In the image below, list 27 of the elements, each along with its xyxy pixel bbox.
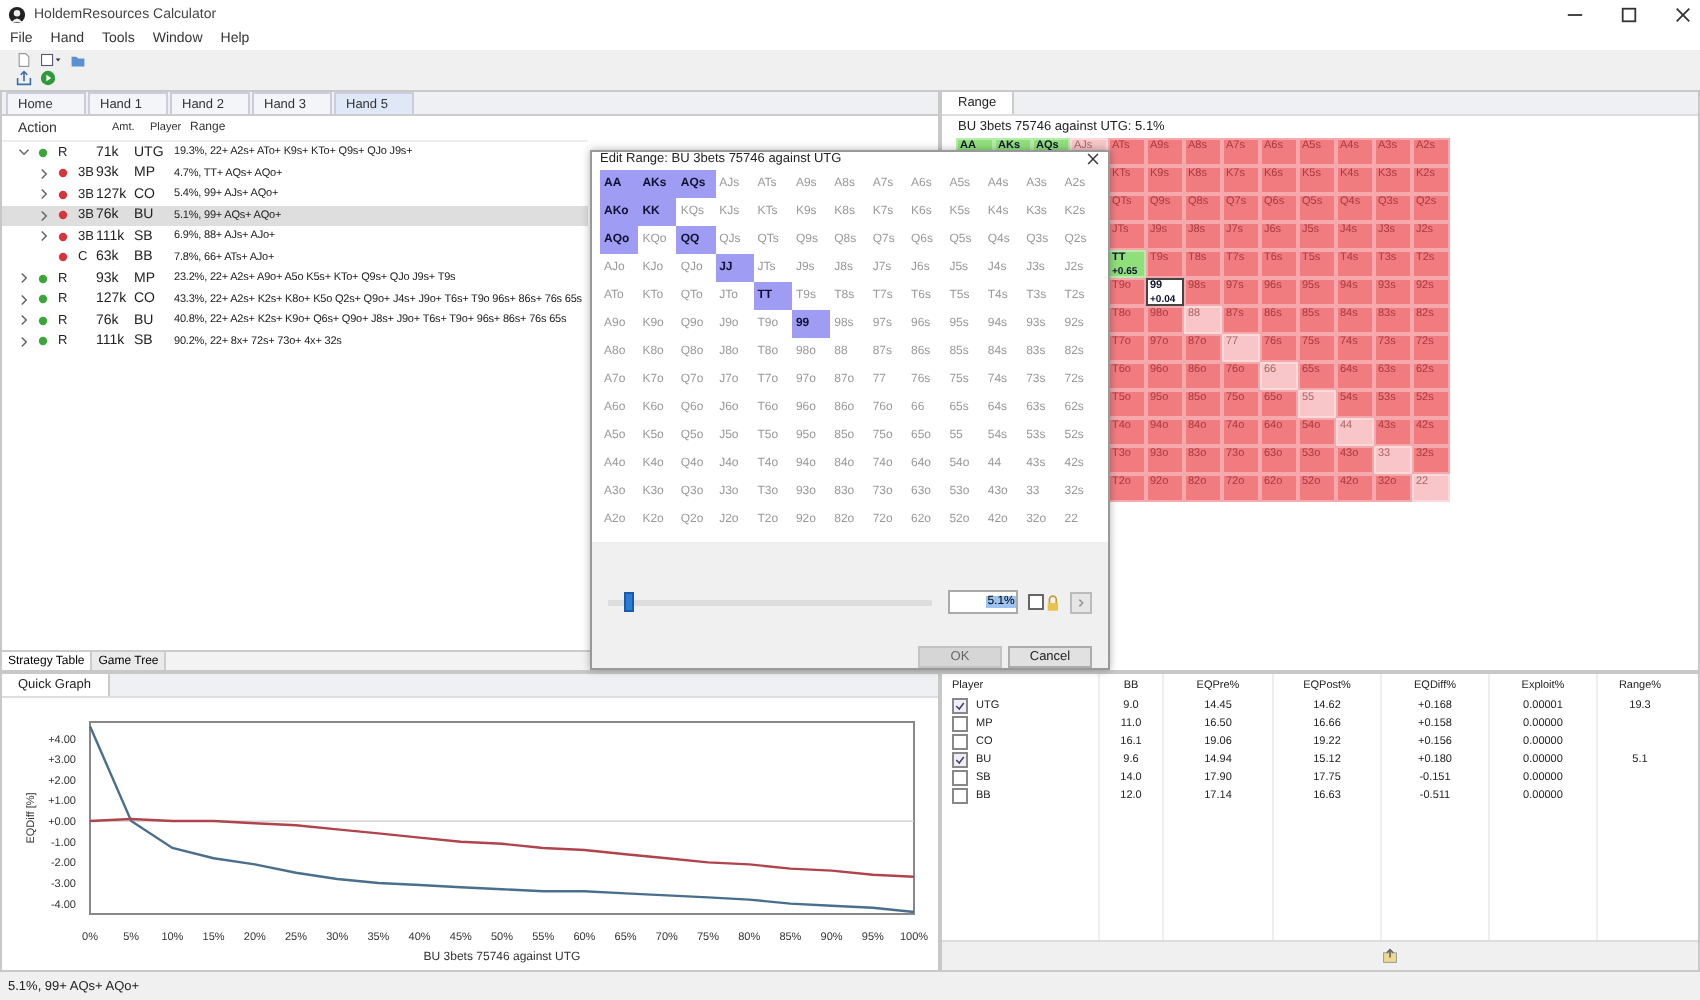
expander-icon[interactable] <box>18 146 30 159</box>
player-checkbox[interactable] <box>952 751 968 767</box>
chevron-icon <box>1076 597 1087 607</box>
close-icon[interactable] <box>1086 152 1100 166</box>
expander-icon[interactable] <box>38 188 50 201</box>
expander-icon[interactable] <box>38 230 50 243</box>
player-checkbox[interactable] <box>952 733 968 749</box>
expander-icon[interactable] <box>18 335 30 348</box>
lock-icon <box>1046 593 1061 611</box>
maximize-icon[interactable] <box>1620 5 1638 23</box>
expander-icon[interactable] <box>18 272 30 285</box>
export-icon[interactable] <box>1382 948 1398 964</box>
slider-thumb[interactable] <box>624 591 635 611</box>
player-checkbox[interactable] <box>952 715 968 731</box>
player-checkbox[interactable] <box>952 697 968 713</box>
expander-icon[interactable] <box>38 209 50 222</box>
window-dropdown-icon[interactable] <box>40 52 62 68</box>
player-checkbox[interactable] <box>952 787 968 803</box>
expander-icon[interactable] <box>38 167 50 180</box>
expander-icon[interactable] <box>18 314 30 327</box>
lock-checkbox[interactable] <box>1028 594 1045 610</box>
play-icon[interactable] <box>40 70 56 86</box>
expander-icon[interactable] <box>18 293 30 306</box>
app-logo-icon <box>8 5 26 23</box>
player-checkbox[interactable] <box>952 769 968 785</box>
close-icon[interactable] <box>1674 5 1692 23</box>
export-icon[interactable] <box>16 70 32 86</box>
